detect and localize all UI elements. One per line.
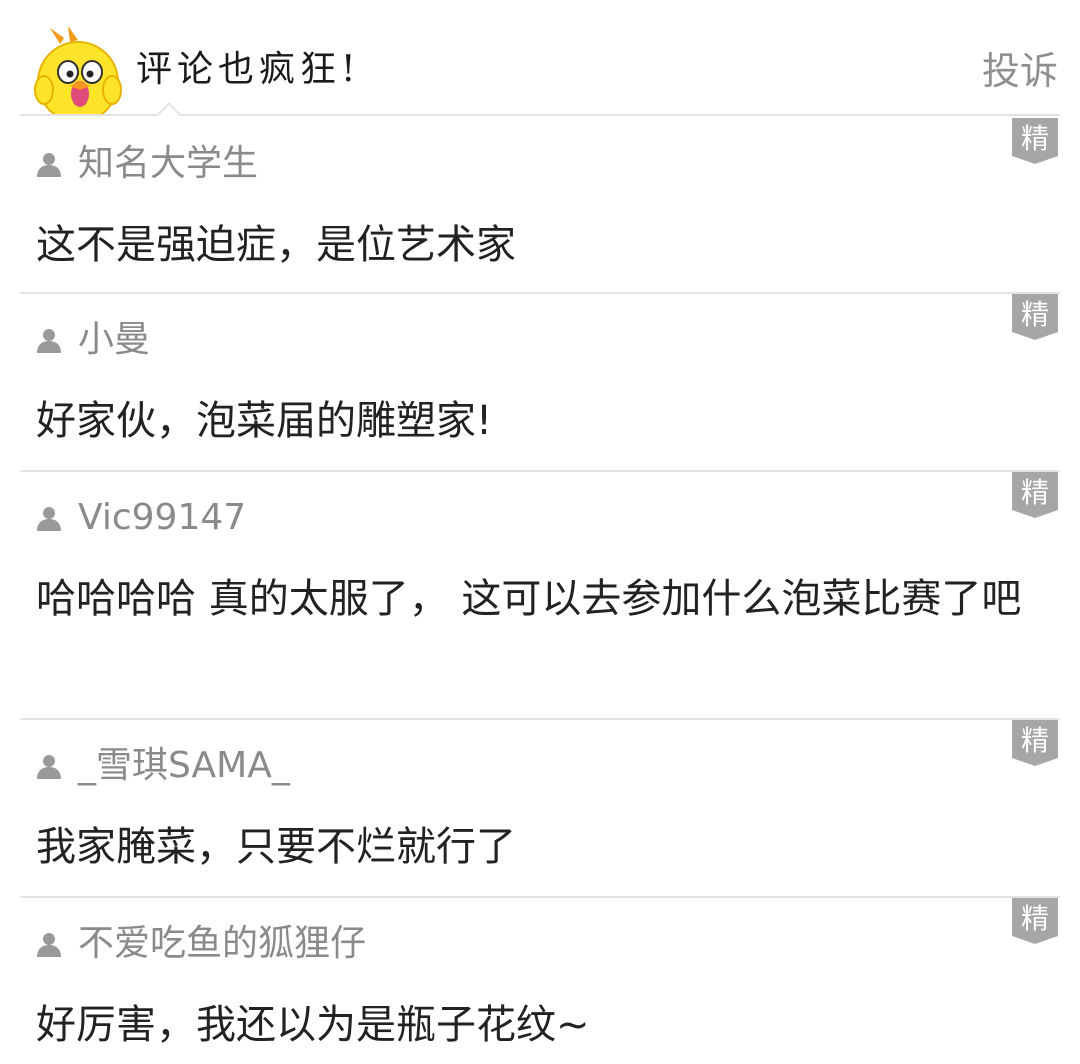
username[interactable]: 小曼 — [78, 322, 150, 358]
comments-header: 评论也疯狂! 投诉 — [0, 0, 1080, 116]
comment-author: 小曼 — [36, 318, 150, 362]
user-icon — [37, 329, 61, 353]
comment-item: 精 知名大学生 这不是强迫症，是位艺术家 — [20, 116, 1060, 292]
comment-text: 这不是强迫症，是位艺术家 — [36, 222, 516, 268]
featured-badge[interactable]: 精 — [1012, 720, 1058, 766]
user-icon — [37, 507, 61, 531]
username[interactable]: _雪琪SAMA_ — [78, 748, 290, 784]
comment-author: _雪琪SAMA_ — [36, 744, 290, 788]
comment-divider — [20, 896, 1060, 898]
comment-item: 精 小曼 好家伙，泡菜届的雕塑家! — [20, 292, 1060, 470]
featured-badge[interactable]: 精 — [1012, 472, 1058, 518]
user-icon — [37, 933, 61, 957]
user-icon — [37, 755, 61, 779]
section-title: 评论也疯狂! — [136, 49, 361, 90]
comment-divider — [20, 718, 1060, 720]
report-button[interactable]: 投诉 — [982, 52, 1058, 90]
comment-text: 哈哈哈哈 真的太服了， 这可以去参加什么泡菜比赛了吧 — [36, 576, 1022, 622]
comment-text: 好家伙，泡菜届的雕塑家! — [36, 398, 493, 444]
featured-badge[interactable]: 精 — [1012, 294, 1058, 340]
comment-author: Vic99147 — [36, 496, 246, 540]
username[interactable]: 知名大学生 — [78, 146, 258, 182]
featured-badge-label: 精 — [1021, 476, 1049, 509]
comment-item: 精 不爱吃鱼的狐狸仔 好厉害，我还以为是瓶子花纹~ — [20, 896, 1060, 1054]
comment-divider — [20, 292, 1060, 294]
comment-author: 知名大学生 — [36, 142, 258, 186]
featured-badge-label: 精 — [1021, 902, 1049, 935]
comment-text: 我家腌菜，只要不烂就行了 — [36, 824, 516, 870]
comment-item: 精 Vic99147 哈哈哈哈 真的太服了， 这可以去参加什么泡菜比赛了吧 — [20, 470, 1060, 718]
username[interactable]: Vic99147 — [78, 500, 246, 536]
featured-badge-label: 精 — [1021, 298, 1049, 331]
comment-item: 精 _雪琪SAMA_ 我家腌菜，只要不烂就行了 — [20, 718, 1060, 896]
user-icon — [37, 153, 61, 177]
featured-badge[interactable]: 精 — [1012, 898, 1058, 944]
featured-badge-label: 精 — [1021, 724, 1049, 757]
featured-badge-label: 精 — [1021, 122, 1049, 155]
comment-text: 好厉害，我还以为是瓶子花纹~ — [36, 1002, 590, 1048]
comment-author: 不爱吃鱼的狐狸仔 — [36, 922, 366, 966]
comment-divider — [20, 470, 1060, 472]
username[interactable]: 不爱吃鱼的狐狸仔 — [78, 926, 366, 962]
chick-mascot-icon — [34, 26, 122, 116]
featured-badge[interactable]: 精 — [1012, 118, 1058, 164]
